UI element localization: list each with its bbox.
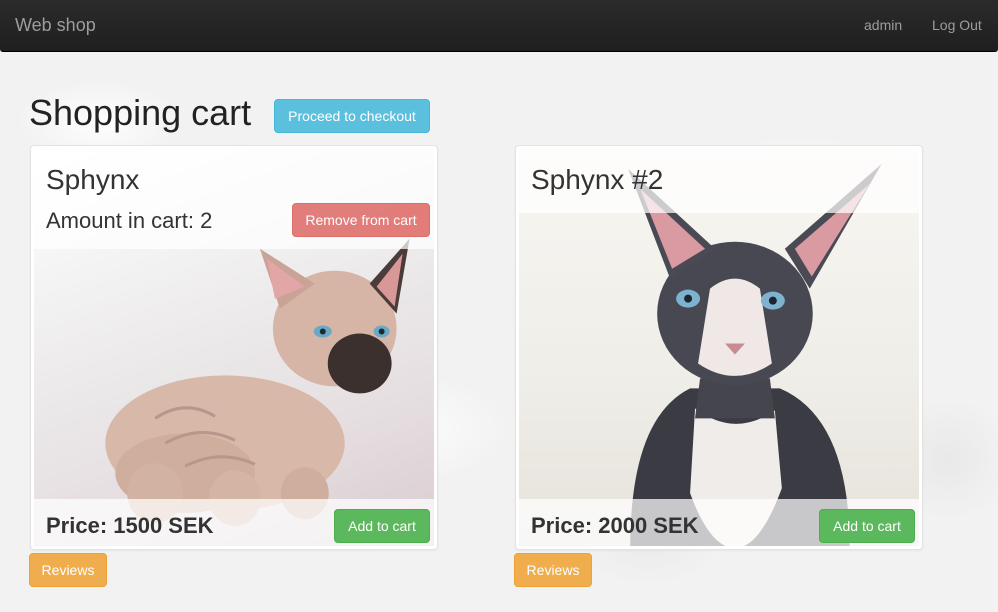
product-photo: [519, 149, 919, 546]
product-card-sphynx-2: Sphynx #2 Price: 2000 SEK Add to cart: [515, 145, 923, 550]
user-link[interactable]: admin: [864, 17, 902, 33]
amount-in-cart: Amount in cart: 2: [46, 208, 213, 233]
product-price: Price: 2000 SEK: [531, 513, 699, 538]
proceed-to-checkout-button[interactable]: Proceed to checkout: [274, 99, 430, 133]
reviews-button[interactable]: Reviews: [29, 553, 107, 587]
product-name: Sphynx #2: [531, 164, 664, 195]
product-name: Sphynx: [46, 164, 140, 195]
product-price: Price: 1500 SEK: [46, 513, 214, 538]
top-navbar: Web shop admin Log Out: [0, 0, 998, 52]
reviews-button[interactable]: Reviews: [514, 553, 592, 587]
brand-link[interactable]: Web shop: [15, 15, 96, 36]
add-to-cart-button[interactable]: Add to cart: [334, 509, 430, 543]
add-to-cart-button[interactable]: Add to cart: [819, 509, 915, 543]
logout-link[interactable]: Log Out: [932, 17, 982, 33]
remove-from-cart-button[interactable]: Remove from cart: [292, 203, 430, 237]
product-card-sphynx: Sphynx Amount in cart: 2 Remove from car…: [30, 145, 438, 550]
page-title: Shopping cart: [29, 92, 252, 133]
